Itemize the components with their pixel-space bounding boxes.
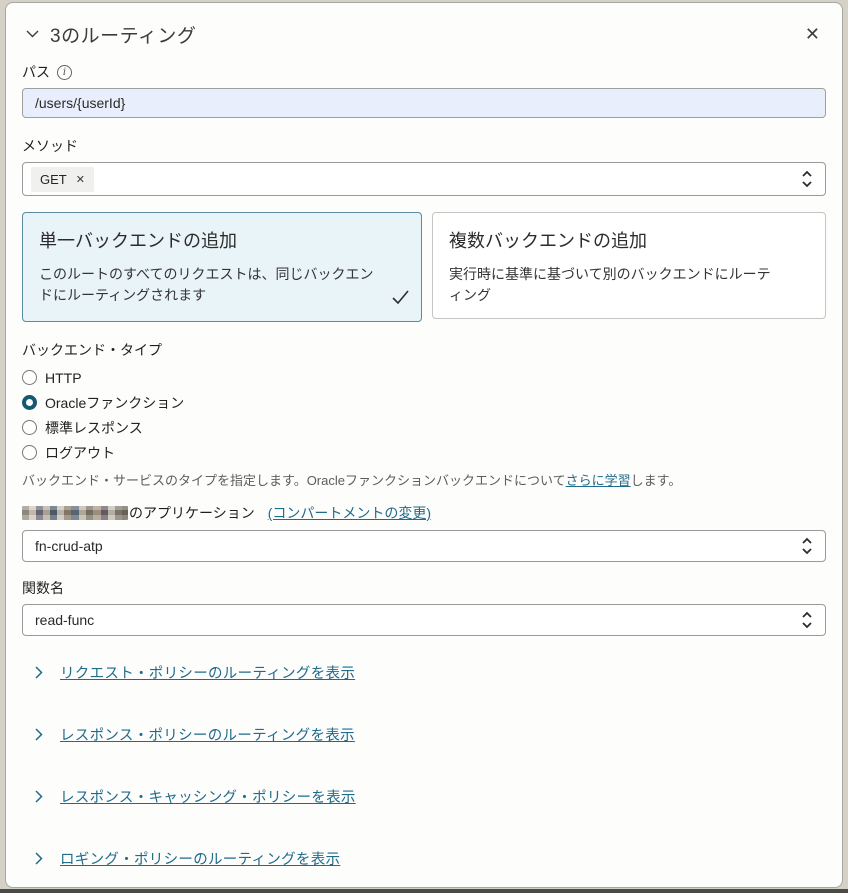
single-backend-card-description: このルートのすべてのリクエストは、同じバックエンドにルーティングされます xyxy=(39,264,405,306)
radio-stock-response-label: 標準レスポンス xyxy=(45,418,143,438)
multiple-backend-card[interactable]: 複数バックエンドの追加 実行時に基準に基づいて別のバックエンドにルーティング xyxy=(432,212,826,319)
expander-response-caching-policies-link[interactable]: レスポンス・キャッシング・ポリシーを表示 xyxy=(60,786,356,807)
collapse-chevron-icon[interactable] xyxy=(22,24,42,44)
radio-logout-label: ログアウト xyxy=(45,443,115,463)
window-bottom-edge xyxy=(0,889,848,893)
method-tag-label: GET xyxy=(40,172,67,187)
chevron-right-icon xyxy=(35,728,43,741)
method-tag-get: GET ✕ xyxy=(31,167,94,192)
path-label: パス xyxy=(22,62,50,82)
radio-oracle-functions[interactable]: Oracleファンクション xyxy=(22,390,826,415)
single-backend-card-title: 単一バックエンドの追加 xyxy=(39,227,405,253)
function-select-value: read-func xyxy=(35,612,94,628)
radio-circle-icon xyxy=(22,395,37,410)
info-icon[interactable]: i xyxy=(57,65,72,80)
tag-remove-icon[interactable]: ✕ xyxy=(76,173,85,186)
method-label-row: メソッド xyxy=(22,136,826,156)
radio-http[interactable]: HTTP xyxy=(22,365,826,390)
application-select[interactable]: fn-crud-atp xyxy=(22,530,826,562)
select-stepper-icon xyxy=(801,537,813,555)
chevron-right-icon xyxy=(35,666,43,679)
backend-type-radio-group: HTTP Oracleファンクション 標準レスポンス ログアウト xyxy=(22,365,826,465)
chevron-right-icon xyxy=(35,852,43,865)
path-input[interactable]: /users/{userId} xyxy=(22,88,826,118)
close-icon[interactable]: ✕ xyxy=(799,23,826,45)
path-label-row: パス i xyxy=(22,62,826,82)
expander-response-policies-link[interactable]: レスポンス・ポリシーのルーティングを表示 xyxy=(60,724,355,745)
function-name-label: 関数名 xyxy=(22,578,64,598)
backend-mode-cards: 単一バックエンドの追加 このルートのすべてのリクエストは、同じバックエンドにルー… xyxy=(22,212,826,322)
function-select[interactable]: read-func xyxy=(22,604,826,636)
expander-logging-policies[interactable]: ロギング・ポリシーのルーティングを表示 xyxy=(22,848,826,868)
multiple-backend-card-description: 実行時に基準に基づいて別のバックエンドにルーティング xyxy=(449,264,809,306)
radio-circle-icon xyxy=(22,420,37,435)
policy-expanders: リクエスト・ポリシーのルーティングを表示 レスポンス・ポリシーのルーティングを表… xyxy=(22,662,826,868)
expander-logging-policies-link[interactable]: ロギング・ポリシーのルーティングを表示 xyxy=(60,848,340,869)
panel-header: 3のルーティング ✕ xyxy=(22,19,826,49)
backend-type-label: バックエンド・タイプ xyxy=(22,340,826,360)
method-label: メソッド xyxy=(22,136,78,156)
radio-circle-icon xyxy=(22,370,37,385)
backend-type-help-text: バックエンド・サービスのタイプを指定します。Oracleファンクションバックエン… xyxy=(22,470,826,488)
compartment-name-redacted xyxy=(22,506,128,520)
check-icon xyxy=(392,290,409,309)
expander-response-caching-policies[interactable]: レスポンス・キャッシング・ポリシーを表示 xyxy=(22,786,826,806)
expander-response-policies[interactable]: レスポンス・ポリシーのルーティングを表示 xyxy=(22,724,826,744)
application-label-row: のアプリケーション (コンパートメントの変更) xyxy=(22,503,826,523)
application-label-suffix: のアプリケーション xyxy=(129,503,255,523)
method-select[interactable]: GET ✕ xyxy=(22,162,826,196)
multiple-backend-card-title: 複数バックエンドの追加 xyxy=(449,227,809,253)
panel-title: 3のルーティング xyxy=(50,21,196,48)
radio-http-label: HTTP xyxy=(45,370,82,386)
help-text-after: します。 xyxy=(631,473,682,488)
radio-circle-icon xyxy=(22,445,37,460)
chevron-right-icon xyxy=(35,790,43,803)
radio-logout[interactable]: ログアウト xyxy=(22,440,826,465)
help-text-before: バックエンド・サービスのタイプを指定します。Oracleファンクションバックエン… xyxy=(22,473,566,488)
function-label-row: 関数名 xyxy=(22,578,826,598)
expander-request-policies[interactable]: リクエスト・ポリシーのルーティングを表示 xyxy=(22,662,826,682)
select-stepper-icon xyxy=(801,170,813,188)
application-select-value: fn-crud-atp xyxy=(35,538,103,554)
routing-panel: 3のルーティング ✕ パス i /users/{userId} メソッド GET… xyxy=(5,2,843,888)
learn-more-link[interactable]: さらに学習 xyxy=(566,473,631,488)
single-backend-card[interactable]: 単一バックエンドの追加 このルートのすべてのリクエストは、同じバックエンドにルー… xyxy=(22,212,422,322)
radio-oracle-functions-label: Oracleファンクション xyxy=(45,393,184,413)
path-input-value: /users/{userId} xyxy=(35,95,125,111)
change-compartment-link[interactable]: (コンパートメントの変更) xyxy=(268,503,431,523)
radio-stock-response[interactable]: 標準レスポンス xyxy=(22,415,826,440)
expander-request-policies-link[interactable]: リクエスト・ポリシーのルーティングを表示 xyxy=(60,662,355,683)
select-stepper-icon xyxy=(801,611,813,629)
